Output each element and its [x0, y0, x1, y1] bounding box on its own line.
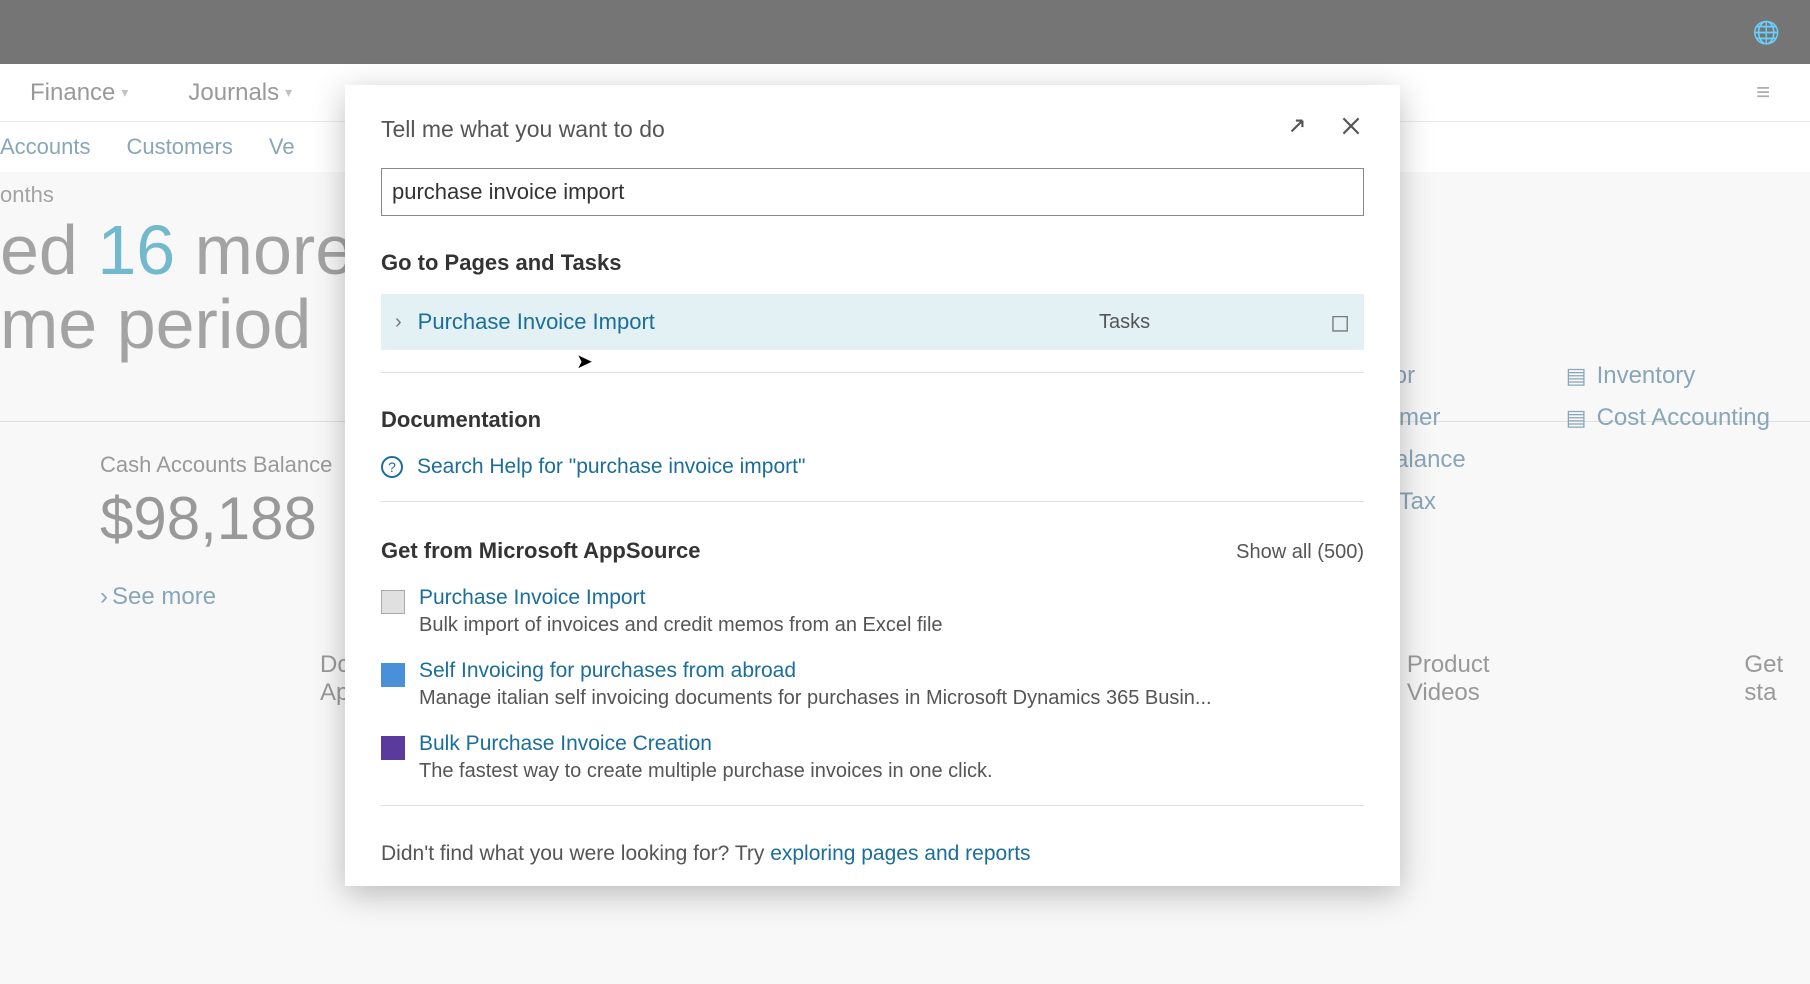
appsource-item-2[interactable]: Bulk Purchase Invoice Creation The faste… — [381, 732, 1364, 783]
section-documentation: Documentation — [381, 407, 1364, 433]
app-title: Purchase Invoice Import — [419, 586, 943, 610]
modal-footer: Didn't find what you were looking for? T… — [381, 842, 1364, 866]
appsource-item-1[interactable]: Self Invoicing for purchases from abroad… — [381, 659, 1364, 710]
close-icon[interactable] — [1338, 113, 1364, 146]
divider — [381, 501, 1364, 502]
app-title: Bulk Purchase Invoice Creation — [419, 732, 993, 756]
section-appsource: Get from Microsoft AppSource — [381, 538, 700, 564]
result-category: Tasks — [1099, 311, 1150, 334]
modal-title: Tell me what you want to do — [381, 116, 1284, 143]
appsource-item-0[interactable]: Purchase Invoice Import Bulk import of i… — [381, 586, 1364, 637]
app-icon — [381, 663, 405, 687]
app-icon — [381, 590, 405, 614]
search-help-link[interactable]: ? Search Help for "purchase invoice impo… — [381, 455, 1364, 479]
expand-icon[interactable] — [1284, 113, 1310, 146]
section-pages-tasks: Go to Pages and Tasks — [381, 250, 1364, 276]
help-text: Search Help for "purchase invoice import… — [417, 455, 805, 479]
result-label: Purchase Invoice Import — [418, 309, 1099, 335]
bookmark-icon[interactable]: ◻ — [1330, 308, 1350, 337]
tellme-modal: Tell me what you want to do Go to Pages … — [345, 85, 1400, 886]
app-desc: The fastest way to create multiple purch… — [419, 760, 993, 783]
app-title: Self Invoicing for purchases from abroad — [419, 659, 1212, 683]
help-icon: ? — [381, 456, 403, 478]
app-desc: Manage italian self invoicing documents … — [419, 687, 1212, 710]
search-input[interactable] — [392, 179, 1353, 205]
show-all-link[interactable]: Show all (500) — [1236, 541, 1364, 564]
explore-link[interactable]: exploring pages and reports — [770, 842, 1030, 865]
chevron-right-icon: › — [395, 311, 402, 334]
divider — [381, 805, 1364, 806]
result-purchase-invoice-import[interactable]: › Purchase Invoice Import Tasks ◻ — [381, 294, 1364, 350]
search-box[interactable] — [381, 168, 1364, 216]
app-desc: Bulk import of invoices and credit memos… — [419, 614, 943, 637]
app-icon — [381, 736, 405, 760]
divider — [381, 372, 1364, 373]
